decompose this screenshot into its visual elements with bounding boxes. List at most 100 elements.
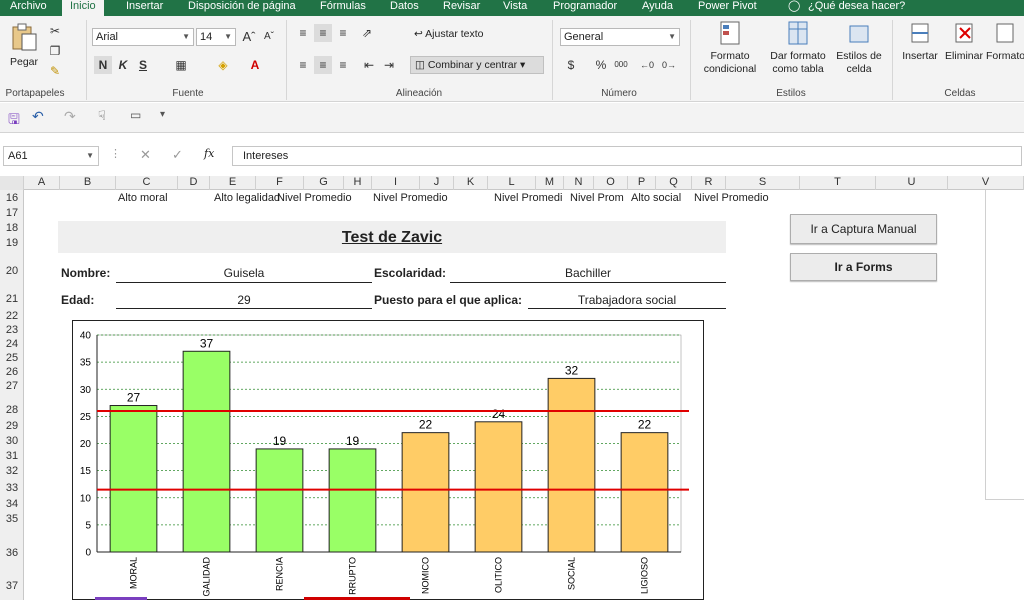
increase-font-icon[interactable]: Aˆ (240, 28, 258, 46)
format-as-table-button[interactable]: Dar formato como tabla (766, 20, 830, 76)
age-value[interactable]: 29 (116, 293, 372, 307)
row-header[interactable]: 22 (0, 310, 24, 322)
select-all-corner[interactable] (0, 176, 24, 190)
column-header[interactable]: K (454, 176, 488, 190)
align-center-icon[interactable]: ≡ (314, 56, 332, 74)
row-header[interactable]: 27 (0, 380, 24, 392)
cut-icon[interactable]: ✂ (46, 22, 64, 40)
form-icon[interactable]: ▭ (130, 108, 141, 122)
number-format-select[interactable]: General ▼ (560, 28, 680, 46)
align-bottom-icon[interactable]: ≡ (334, 24, 352, 42)
tab-disposicion[interactable]: Disposición de página (188, 0, 296, 16)
font-color-icon[interactable]: A (246, 56, 264, 74)
fill-color-icon[interactable]: ◈ (214, 56, 232, 74)
tab-inicio[interactable]: Inicio (62, 0, 104, 16)
cell-text[interactable]: Alto moral (118, 192, 168, 204)
cancel-icon[interactable]: ✕ (140, 147, 151, 163)
orientation-icon[interactable]: ⇗ (358, 24, 376, 42)
row-header[interactable]: 23 (0, 324, 24, 336)
thousands-button[interactable]: 000 (612, 56, 630, 74)
row-header[interactable]: 24 (0, 338, 24, 350)
column-header[interactable]: Q (656, 176, 692, 190)
row-header[interactable]: 26 (0, 366, 24, 378)
row-header[interactable]: 16 (0, 192, 24, 204)
font-size-select[interactable]: 14 ▼ (196, 28, 236, 46)
save-icon[interactable]: 🖫 (8, 109, 20, 133)
column-header[interactable]: N (564, 176, 594, 190)
name-value[interactable]: Guisela (116, 266, 372, 280)
cell-styles-button[interactable]: Estilos de celda (832, 20, 886, 76)
cell-text[interactable]: Alto legalidad (214, 192, 280, 204)
column-header[interactable]: B (60, 176, 116, 190)
redo-icon[interactable]: ↷ (64, 108, 76, 125)
tell-me-input[interactable]: ¿Qué desea hacer? (808, 0, 905, 16)
column-header[interactable]: D (178, 176, 210, 190)
column-header[interactable]: S (726, 176, 800, 190)
decrease-font-icon[interactable]: Aˇ (260, 28, 278, 46)
column-header[interactable]: F (256, 176, 304, 190)
column-header[interactable]: M (536, 176, 564, 190)
cell-text[interactable]: Nivel Promedio (373, 192, 448, 204)
tab-archivo[interactable]: Archivo (10, 0, 47, 16)
row-header[interactable]: 29 (0, 420, 24, 432)
decrease-decimal-icon[interactable]: 0→ (660, 56, 678, 74)
italic-button[interactable]: K (114, 56, 132, 74)
row-header[interactable]: 30 (0, 435, 24, 447)
delete-cells-button[interactable]: Eliminar (942, 20, 986, 63)
wrap-text-button[interactable]: ↩ Ajustar texto (414, 28, 484, 41)
column-header[interactable]: L (488, 176, 536, 190)
insert-function-icon[interactable]: fx (204, 147, 214, 160)
column-header[interactable]: I (372, 176, 420, 190)
cell-text[interactable]: Nivel Prom (570, 192, 630, 204)
tab-formulas[interactable]: Fórmulas (320, 0, 366, 16)
column-header[interactable]: O (594, 176, 628, 190)
column-header[interactable]: R (692, 176, 726, 190)
row-header[interactable]: 21 (0, 293, 24, 305)
row-header[interactable]: 19 (0, 237, 24, 249)
row-header[interactable]: 20 (0, 265, 24, 277)
column-header[interactable]: U (876, 176, 948, 190)
column-header[interactable]: H (344, 176, 372, 190)
tab-insertar[interactable]: Insertar (126, 0, 163, 16)
borders-icon[interactable]: ▦ (172, 56, 190, 74)
row-header[interactable]: 37 (0, 580, 24, 592)
font-name-select[interactable]: Arial ▼ (92, 28, 194, 46)
increase-decimal-icon[interactable]: ←0 (638, 56, 656, 74)
insert-cells-button[interactable]: Insertar (898, 20, 942, 63)
tab-vista[interactable]: Vista (503, 0, 527, 16)
currency-button[interactable]: $ (562, 56, 580, 74)
tab-revisar[interactable]: Revisar (443, 0, 480, 16)
copy-icon[interactable]: ❐ (46, 42, 64, 60)
enter-icon[interactable]: ✓ (172, 147, 183, 163)
cell-text[interactable]: Alto social (631, 192, 681, 204)
align-middle-icon[interactable]: ≡ (314, 24, 332, 42)
cell-text[interactable]: Nivel Promedio (694, 192, 769, 204)
forms-button[interactable]: Ir a Forms (790, 253, 937, 281)
column-header[interactable]: J (420, 176, 454, 190)
row-header[interactable]: 34 (0, 498, 24, 510)
outdent-icon[interactable]: ⇤ (360, 56, 378, 74)
conditional-format-button[interactable]: Formato condicional (694, 20, 766, 76)
capture-manual-button[interactable]: Ir a Captura Manual (790, 214, 937, 244)
tab-ayuda[interactable]: Ayuda (642, 0, 673, 16)
name-box[interactable]: A61 ▼ (3, 146, 99, 166)
cell-text[interactable]: Nivel Promedio (277, 192, 371, 204)
merge-center-button[interactable]: ◫ Combinar y centrar ▾ (410, 56, 544, 74)
row-header[interactable]: 28 (0, 404, 24, 416)
column-header[interactable]: C (116, 176, 178, 190)
chart-area[interactable]: 0 5 10 15 20 25 30 35 40 27 MORAL 37 GALIDAD 19 RENCIA… (72, 320, 704, 600)
align-right-icon[interactable]: ≡ (334, 56, 352, 74)
job-value[interactable]: Trabajadora social (528, 293, 726, 307)
row-header[interactable]: 35 (0, 513, 24, 525)
format-cells-button[interactable]: Formato (986, 20, 1024, 63)
column-header[interactable]: A (24, 176, 60, 190)
column-header[interactable]: E (210, 176, 256, 190)
tab-datos[interactable]: Datos (390, 0, 419, 16)
align-top-icon[interactable]: ≡ (294, 24, 312, 42)
page-title[interactable]: Test de Zavic (58, 229, 726, 247)
underline-button[interactable]: S (134, 56, 152, 74)
column-header[interactable]: G (304, 176, 344, 190)
format-painter-icon[interactable]: ✎ (46, 62, 64, 80)
row-header[interactable]: 18 (0, 222, 24, 234)
tab-power-pivot[interactable]: Power Pivot (698, 0, 757, 16)
